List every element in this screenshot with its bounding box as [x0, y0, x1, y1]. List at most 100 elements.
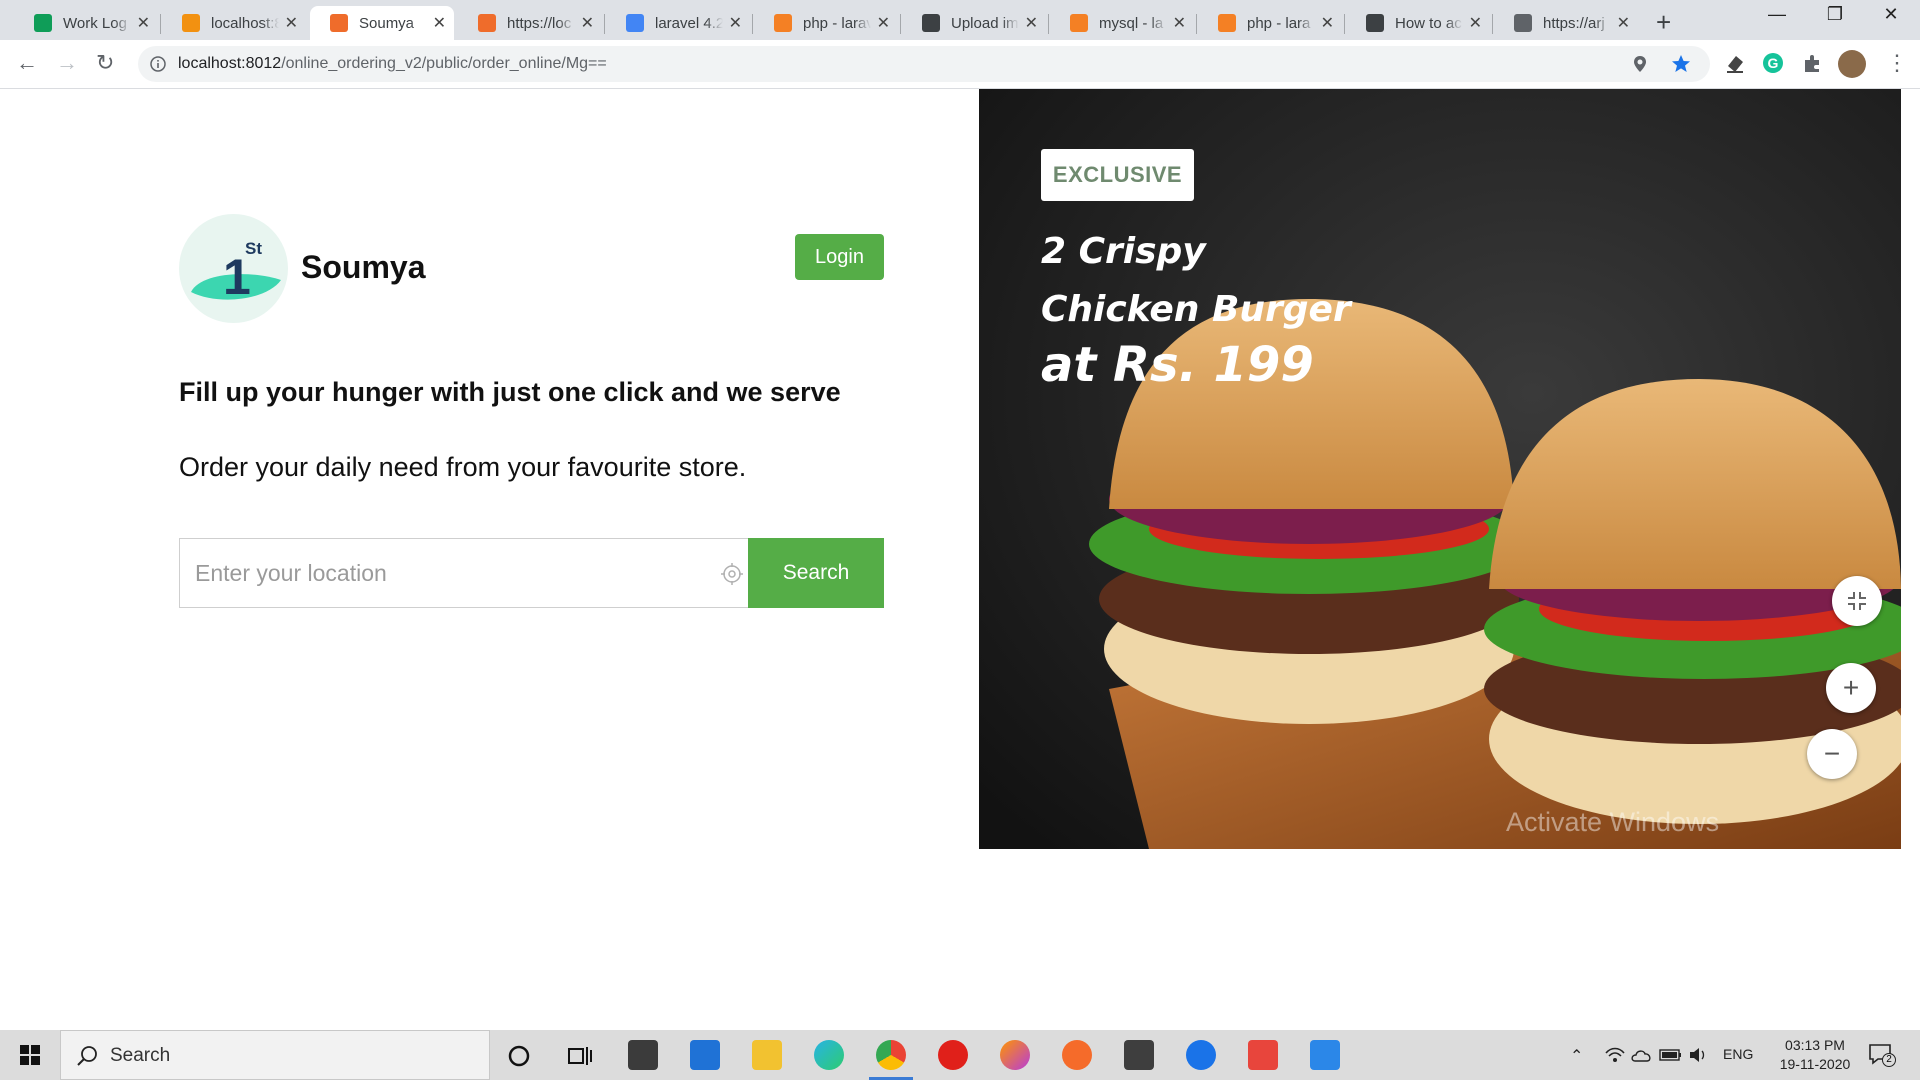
browser-tab[interactable]: php - larav ✕ [754, 6, 898, 40]
back-icon[interactable]: ← [16, 50, 38, 76]
tray-overflow-icon[interactable]: ⌃ [1570, 1046, 1583, 1066]
new-tab-button[interactable]: + [1656, 7, 1671, 38]
page-content: 1 St Soumya Login Fill up your hunger wi… [0, 89, 1920, 1030]
language-indicator[interactable]: ENG [1723, 1046, 1753, 1062]
tab-title: Soumya [359, 14, 415, 32]
onedrive-icon[interactable] [1631, 1048, 1653, 1062]
windows-taskbar: Search ⌃ ENG 03:13 PM 19-11-2020 2 [0, 1030, 1920, 1080]
browser-tab[interactable]: https://loc ✕ [458, 6, 602, 40]
grammarly-icon[interactable]: G [1762, 52, 1784, 74]
url-text[interactable]: localhost:8012/online_ordering_v2/public… [178, 55, 607, 73]
phpmyadmin-icon [182, 14, 200, 32]
browser-tab[interactable]: https://arj ✕ [1494, 6, 1638, 40]
notification-count: 2 [1882, 1053, 1896, 1067]
zoom-in-button[interactable]: + [1826, 663, 1876, 713]
tab-separator [1196, 14, 1197, 34]
tab-title: https://loc [507, 14, 572, 32]
windows-start-icon[interactable] [20, 1045, 40, 1065]
reload-icon[interactable]: ↻ [96, 50, 114, 76]
url-path: /online_ordering_v2/public/order_online/… [281, 55, 607, 72]
close-tab-icon[interactable]: ✕ [1025, 13, 1038, 33]
tab-title: https://arj [1543, 14, 1605, 32]
close-tab-icon[interactable]: ✕ [1173, 13, 1186, 33]
file-explorer-icon[interactable] [752, 1040, 782, 1070]
browser-tab[interactable]: Work Log ✕ [14, 6, 158, 40]
edge-browser-icon[interactable] [814, 1040, 844, 1070]
tab-title: How to ac [1395, 14, 1462, 32]
store-app-icon[interactable] [628, 1040, 658, 1070]
eraser-extension-icon[interactable] [1724, 52, 1746, 74]
opera-app-icon[interactable] [938, 1040, 968, 1070]
locate-me-icon[interactable] [720, 562, 744, 586]
postman-app-icon[interactable] [1062, 1040, 1092, 1070]
tab-title: php - lara [1247, 14, 1311, 32]
close-tab-icon[interactable]: ✕ [1469, 13, 1482, 33]
send-icon [922, 14, 940, 32]
menu-dots-icon[interactable]: ⋮ [1886, 50, 1908, 76]
git-client-icon[interactable] [1248, 1040, 1278, 1070]
search-icon [77, 1046, 97, 1066]
close-tab-icon[interactable]: ✕ [433, 13, 446, 33]
close-tab-icon[interactable]: ✕ [285, 13, 298, 33]
battery-icon[interactable] [1659, 1049, 1683, 1061]
url-host: localhost:8012 [178, 55, 282, 72]
address-bar[interactable]: localhost:8012/online_ordering_v2/public… [138, 46, 1710, 82]
minus-icon: − [1823, 738, 1841, 769]
close-tab-icon[interactable]: ✕ [581, 13, 594, 33]
tab-title: localhost:8 [211, 14, 279, 32]
mail-app-icon[interactable] [690, 1040, 720, 1070]
tab-separator [160, 14, 161, 34]
wifi-icon[interactable] [1605, 1046, 1625, 1064]
action-center-button[interactable]: 2 [1868, 1043, 1896, 1067]
fullscreen-button[interactable] [1832, 576, 1882, 626]
taskbar-search[interactable]: Search [60, 1030, 490, 1080]
close-tab-icon[interactable]: ✕ [1321, 13, 1334, 33]
tab-separator [1344, 14, 1345, 34]
login-button[interactable]: Login [795, 234, 884, 280]
extensions-puzzle-icon[interactable] [1802, 52, 1824, 74]
volume-icon[interactable] [1689, 1047, 1709, 1063]
firefox-app-icon[interactable] [1000, 1040, 1030, 1070]
maps-app-icon[interactable] [1186, 1040, 1216, 1070]
wps-writer-icon[interactable] [1310, 1040, 1340, 1070]
browser-toolbar: ← → ↻ localhost:8012/online_ordering_v2/… [0, 40, 1920, 89]
sheets-icon [34, 14, 52, 32]
browser-tab[interactable]: Soumya ✕ [310, 6, 454, 40]
location-pin-icon[interactable] [1633, 55, 1647, 73]
close-tab-icon[interactable]: ✕ [137, 13, 150, 33]
tab-title: laravel 4.2 [655, 14, 723, 32]
browser-tab[interactable]: Upload im ✕ [902, 6, 1046, 40]
tab-separator [1492, 14, 1493, 34]
browser-tab[interactable]: php - lara ✕ [1198, 6, 1342, 40]
browser-tab[interactable]: mysql - la ✕ [1050, 6, 1194, 40]
minimize-button[interactable]: — [1748, 4, 1806, 25]
google-icon [626, 14, 644, 32]
exclusive-badge: EXCLUSIVE [1041, 149, 1194, 201]
browser-tab[interactable]: localhost:8 ✕ [162, 6, 306, 40]
close-tab-icon[interactable]: ✕ [877, 13, 890, 33]
location-input[interactable] [195, 539, 695, 607]
tab-title: Work Log [63, 14, 127, 32]
close-window-button[interactable]: ✕ [1862, 4, 1920, 25]
chrome-app-icon[interactable] [869, 1040, 913, 1080]
browser-tab[interactable]: How to ac ✕ [1346, 6, 1490, 40]
cortana-icon[interactable] [508, 1045, 530, 1067]
sublime-text-icon[interactable] [1124, 1040, 1154, 1070]
browser-tab[interactable]: laravel 4.2 ✕ [606, 6, 750, 40]
profile-avatar[interactable] [1838, 50, 1866, 78]
close-tab-icon[interactable]: ✕ [1617, 13, 1630, 33]
close-tab-icon[interactable]: ✕ [729, 13, 742, 33]
taskbar-search-label: Search [110, 1045, 171, 1066]
clock-time: 03:13 PM [1785, 1037, 1845, 1053]
taskbar-clock[interactable]: 03:13 PM 19-11-2020 [1765, 1036, 1865, 1074]
zoom-out-button[interactable]: − [1807, 729, 1857, 779]
brand-logo: 1 St [179, 214, 288, 323]
bookmark-star-icon[interactable] [1671, 54, 1691, 74]
info-icon[interactable] [150, 56, 166, 72]
forward-icon[interactable]: → [56, 50, 78, 76]
stackoverflow-icon [1218, 14, 1236, 32]
maximize-button[interactable]: ❐ [1806, 4, 1864, 25]
search-button[interactable]: Search [748, 538, 884, 608]
task-view-icon[interactable] [568, 1045, 592, 1067]
site-icon [478, 14, 496, 32]
